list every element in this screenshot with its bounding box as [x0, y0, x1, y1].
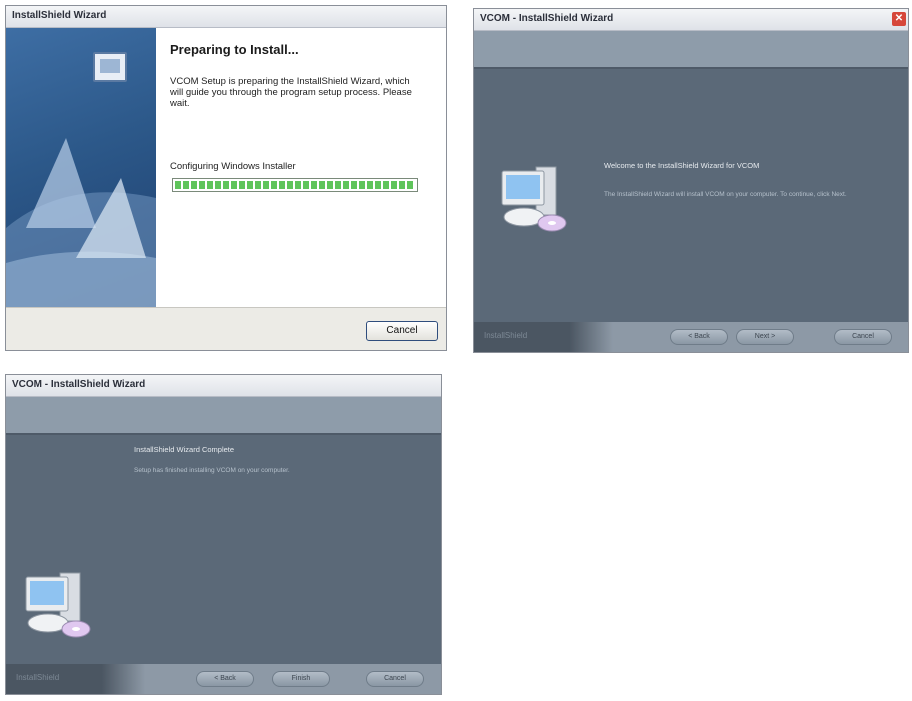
progress-bar: [172, 178, 418, 192]
wizard-footer: InstallShield < Back Next > Cancel: [474, 322, 908, 352]
wizard-footer: InstallShield < Back Finish Cancel: [6, 664, 441, 694]
complete-text: Setup has finished installing VCOM on yo…: [134, 467, 290, 474]
wizard-content: Preparing to Install... VCOM Setup is pr…: [156, 28, 446, 307]
wizard-body: Welcome to the InstallShield Wizard for …: [474, 69, 908, 322]
wizard-footer: Cancel: [6, 307, 446, 350]
status-text: Configuring Windows Installer: [170, 161, 296, 172]
window-title: InstallShield Wizard: [6, 6, 446, 28]
progress-fill: [175, 181, 415, 189]
computer-icon: [25, 572, 91, 638]
window-title-text: VCOM - InstallShield Wizard: [480, 13, 614, 24]
complete-window: VCOM - InstallShield Wizard InstallShiel…: [5, 374, 442, 695]
wizard-banner: [6, 28, 156, 307]
header-band: [474, 31, 908, 67]
header-band: [6, 397, 441, 433]
setup-description: VCOM Setup is preparing the InstallShiel…: [170, 76, 412, 109]
wizard-body: InstallShield Wizard Complete Setup has …: [6, 435, 441, 664]
welcome-text: The InstallShield Wizard will install VC…: [604, 191, 847, 198]
close-icon[interactable]: ✕: [892, 12, 906, 26]
window-title: VCOM - InstallShield Wizard: [6, 375, 441, 397]
back-button[interactable]: < Back: [670, 329, 728, 345]
finish-button[interactable]: Finish: [272, 671, 330, 687]
installshield-logo: InstallShield: [484, 331, 528, 340]
welcome-window: VCOM - InstallShield Wizard ✕ Welcome to…: [473, 8, 909, 353]
window-title: VCOM - InstallShield Wizard ✕: [474, 9, 908, 31]
cancel-button[interactable]: Cancel: [366, 671, 424, 687]
installshield-logo: InstallShield: [16, 673, 60, 682]
back-button[interactable]: < Back: [196, 671, 254, 687]
setup-computer-icon: [93, 52, 127, 82]
page-title: Preparing to Install...: [170, 42, 299, 57]
banner-graphic: [6, 138, 156, 307]
cancel-button[interactable]: Cancel: [834, 329, 892, 345]
next-button[interactable]: Next >: [736, 329, 794, 345]
complete-title: InstallShield Wizard Complete: [134, 445, 235, 454]
welcome-title: Welcome to the InstallShield Wizard for …: [604, 161, 760, 170]
preparing-install-window: InstallShield Wizard Preparing to Instal…: [5, 5, 447, 351]
cancel-button[interactable]: Cancel: [366, 321, 438, 341]
computer-icon: [501, 166, 567, 232]
